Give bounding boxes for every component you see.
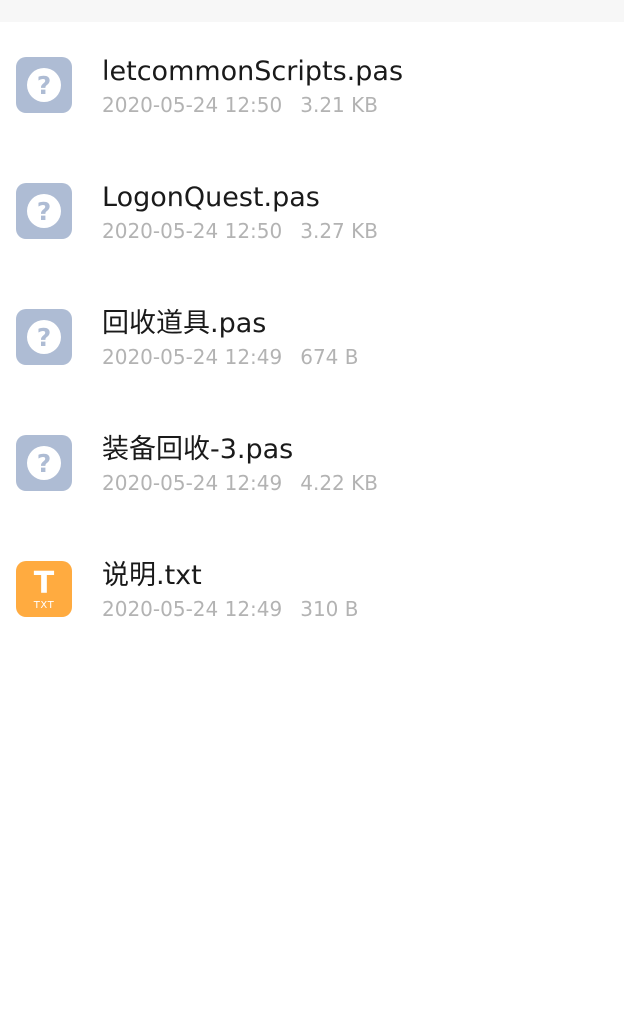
file-name: 说明.txt	[102, 560, 202, 591]
file-name: LogonQuest.pas	[102, 182, 320, 213]
file-size: 3.27 KB	[300, 219, 378, 243]
file-item[interactable]: ? 装备回收-3.pas 2020-05-24 12:49 4.22 KB	[0, 400, 624, 526]
file-date: 2020-05-24 12:49	[102, 597, 283, 621]
file-item[interactable]: ? letcommonScripts.pas 2020-05-24 12:50 3…	[0, 22, 624, 148]
unknown-file-icon: ?	[16, 183, 72, 239]
question-mark-glyph: ?	[36, 323, 52, 352]
question-circle-icon: ?	[27, 194, 61, 228]
unknown-file-icon: ?	[16, 309, 72, 365]
file-item[interactable]: ? 回收道具.pas 2020-05-24 12:49 674 B	[0, 274, 624, 400]
text-t-glyph: T	[33, 566, 55, 601]
question-mark-glyph: ?	[36, 71, 52, 100]
top-bar	[0, 0, 624, 22]
question-circle-icon: ?	[27, 68, 61, 102]
file-name: letcommonScripts.pas	[102, 56, 404, 87]
file-date: 2020-05-24 12:50	[102, 93, 283, 117]
file-meta: 2020-05-24 12:49 4.22 KB	[102, 471, 378, 495]
file-size: 674 B	[300, 345, 359, 369]
file-item[interactable]: ? LogonQuest.pas 2020-05-24 12:50 3.27 KB	[0, 148, 624, 274]
file-date: 2020-05-24 12:49	[102, 345, 283, 369]
question-circle-icon: ?	[27, 320, 61, 354]
unknown-file-icon: ?	[16, 435, 72, 491]
file-size: 3.21 KB	[300, 93, 378, 117]
file-meta: 2020-05-24 12:50 3.27 KB	[102, 219, 378, 243]
file-meta: 2020-05-24 12:49 674 B	[102, 345, 359, 369]
question-circle-icon: ?	[27, 446, 61, 480]
question-mark-glyph: ?	[36, 197, 52, 226]
file-date: 2020-05-24 12:50	[102, 219, 283, 243]
file-name: 回收道具.pas	[102, 308, 267, 339]
text-file-icon: T TXT	[16, 561, 72, 617]
file-item[interactable]: T TXT 说明.txt 2020-05-24 12:49 310 B	[0, 526, 624, 652]
question-mark-glyph: ?	[36, 449, 52, 478]
file-meta: 2020-05-24 12:49 310 B	[102, 597, 359, 621]
file-size: 4.22 KB	[300, 471, 378, 495]
file-size: 310 B	[300, 597, 359, 621]
file-meta: 2020-05-24 12:50 3.21 KB	[102, 93, 378, 117]
file-date: 2020-05-24 12:49	[102, 471, 283, 495]
file-list: ? letcommonScripts.pas 2020-05-24 12:50 3…	[0, 22, 624, 652]
txt-label: TXT	[33, 600, 55, 611]
unknown-file-icon: ?	[16, 57, 72, 113]
file-name: 装备回收-3.pas	[102, 434, 294, 465]
